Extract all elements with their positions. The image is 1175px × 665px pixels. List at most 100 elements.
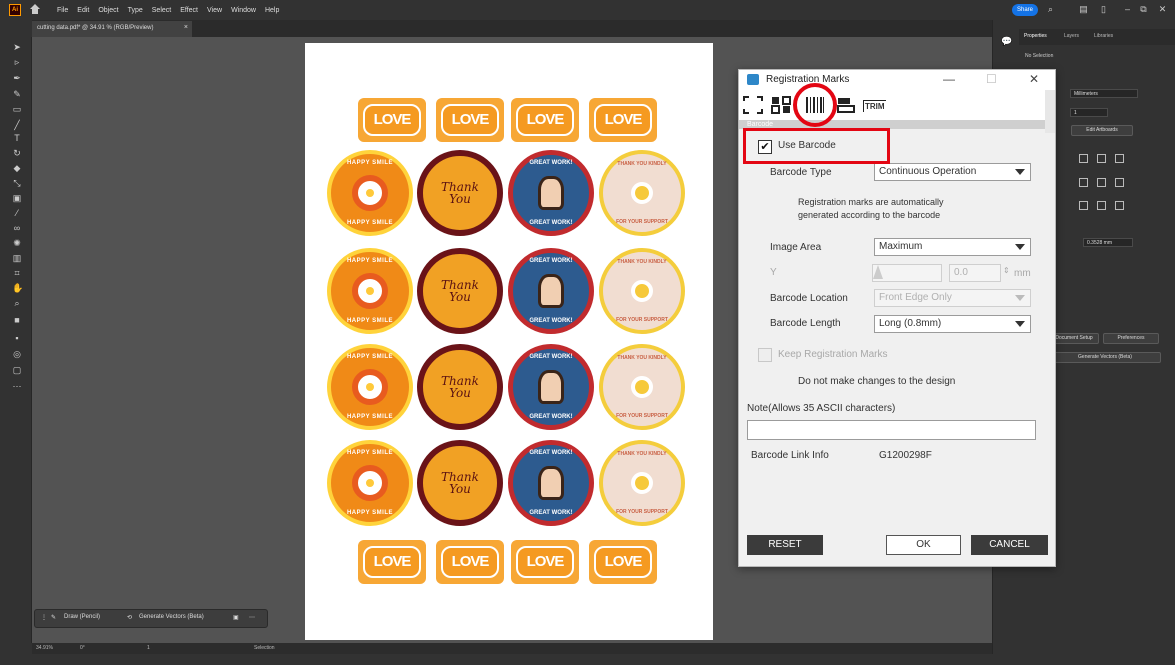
thank-you-sticker[interactable]: Thank You [417,150,503,236]
graph-tool-icon[interactable]: ▥ [12,253,22,263]
edit-artboards-button[interactable]: Edit Artboards [1071,125,1133,136]
great-work-sticker[interactable]: GREAT WORK! GREAT WORK! [508,344,594,430]
reset-button[interactable]: RESET [747,535,823,555]
hand-tool-icon[interactable]: ✋ [12,283,23,293]
rotate-tool-icon[interactable]: ↻ [12,148,22,158]
menu-file[interactable]: File [57,7,68,14]
tab-properties[interactable]: Properties [1024,33,1047,39]
more-tools-icon[interactable]: ⋯ [12,381,22,391]
thank-you-kindly-sticker[interactable]: THANK YOU KINDLY FOR YOUR SUPPORT [599,150,685,236]
love-sticker[interactable]: LOVE [436,540,504,584]
status-mode[interactable]: Selection [254,645,275,651]
happy-smile-sticker[interactable]: HAPPY SMILE HAPPY SMILE [327,150,413,236]
ok-button[interactable]: OK [886,535,961,555]
thank-you-kindly-sticker[interactable]: THANK YOU KINDLY FOR YOUR SUPPORT [599,248,685,334]
image-icon[interactable]: ▣ [233,614,239,621]
search-icon[interactable]: ⌕ [1045,4,1056,15]
artboard[interactable]: LOVE LOVE LOVE LOVE HAPPY SMILE HAPPY SM… [305,43,713,640]
units-select[interactable]: Millimeters [1070,89,1138,98]
keyboard-increment-field[interactable]: 0.3528 mm [1083,238,1133,247]
love-sticker[interactable]: LOVE [511,98,579,142]
snap-point-icon[interactable] [1115,178,1124,187]
curvature-tool-icon[interactable]: ✎ [12,89,22,99]
type-tool-icon[interactable]: T [12,133,22,143]
dialog-close-button[interactable]: ✕ [1029,72,1039,86]
restore-icon[interactable]: ⧉ [1138,4,1149,15]
menu-edit[interactable]: Edit [77,7,89,14]
happy-smile-sticker[interactable]: HAPPY SMILE HAPPY SMILE [327,248,413,334]
eraser-tool-icon[interactable]: ◆ [12,163,22,173]
menu-effect[interactable]: Effect [180,7,198,14]
free-transform-tool-icon[interactable]: ▣ [12,193,22,203]
love-sticker[interactable]: LOVE [358,540,426,584]
barcode-type-select[interactable]: Continuous Operation [874,163,1031,181]
draw-mode-icon[interactable]: ◎ [12,349,22,359]
preferences-button[interactable]: Preferences [1103,333,1159,344]
menu-type[interactable]: Type [128,7,143,14]
dialog-minimize-button[interactable]: — [943,72,955,86]
workspace-icon[interactable]: ▯ [1098,4,1109,15]
love-sticker[interactable]: LOVE [589,98,657,142]
menu-help[interactable]: Help [265,7,279,14]
happy-smile-sticker[interactable]: HAPPY SMILE HAPPY SMILE [327,440,413,526]
menu-object[interactable]: Object [98,7,118,14]
thank-you-sticker[interactable]: Thank You [417,440,503,526]
fill-stroke-swatch[interactable]: ■ [12,315,22,325]
image-area-select[interactable]: Maximum [874,238,1031,256]
zoom-level[interactable]: 34.91% [36,645,53,651]
pen-tool-icon[interactable]: ✒ [12,73,22,83]
close-tab-icon[interactable]: × [184,24,188,31]
menu-window[interactable]: Window [231,7,256,14]
paintbrush-tool-icon[interactable]: ╱ [12,120,22,130]
eyedropper-tool-icon[interactable]: ⁄ [12,208,22,218]
artboard-number[interactable]: 1 [147,645,150,651]
more-options-button[interactable]: ⋯ [249,614,255,621]
arrange-documents-icon[interactable]: ▤ [1078,4,1089,15]
rectangle-tool-icon[interactable]: ▭ [12,104,22,114]
rotation-value[interactable]: 0° [80,645,85,651]
document-tab[interactable]: cutting data.pdf* @ 34.91 % (RGB/Preview… [32,21,192,37]
screen-mode-icon[interactable]: ▢ [12,365,22,375]
thank-you-sticker[interactable]: Thank You [417,248,503,334]
love-sticker[interactable]: LOVE [589,540,657,584]
generate-vectors-button[interactable]: Generate Vectors (Beta) [139,614,204,620]
minimize-icon[interactable]: – [1122,4,1133,15]
comments-icon[interactable]: 💬 [1001,36,1012,46]
corner-marks-icon[interactable] [742,95,764,115]
align-icon[interactable] [1079,154,1088,163]
selection-tool-icon[interactable]: ➤ [12,42,22,52]
color-mode-icon[interactable]: ▪ [12,333,22,343]
thank-you-kindly-sticker[interactable]: THANK YOU KINDLY FOR YOUR SUPPORT [599,344,685,430]
note-input[interactable] [747,420,1036,440]
square-marks-icon[interactable] [770,95,792,115]
dialog-scrollbar[interactable] [1045,90,1055,133]
artboard-tool-icon[interactable]: ⌗ [12,268,22,278]
share-button[interactable]: Share [1012,4,1038,16]
close-icon[interactable]: ✕ [1157,4,1168,15]
menu-view[interactable]: View [207,7,222,14]
great-work-sticker[interactable]: GREAT WORK! GREAT WORK! [508,150,594,236]
barcode-length-select[interactable]: Long (0.8mm) [874,315,1031,333]
artboard-select[interactable]: 1 [1070,108,1108,117]
snap-pixel-icon[interactable] [1097,178,1106,187]
transform-option-icon[interactable] [1097,201,1106,210]
scale-tool-icon[interactable]: ⤡ [12,178,22,188]
love-sticker[interactable]: LOVE [436,98,504,142]
zoom-tool-icon[interactable]: ⌕ [12,298,22,308]
print-marks-icon[interactable] [835,95,857,115]
love-sticker[interactable]: LOVE [358,98,426,142]
love-sticker[interactable]: LOVE [511,540,579,584]
draw-pencil-button[interactable]: Draw (Pencil) [64,614,100,620]
direct-selection-tool-icon[interactable]: ▹ [12,57,22,67]
symbol-sprayer-tool-icon[interactable]: ✺ [12,238,22,248]
transform-pattern-icon[interactable] [1115,201,1124,210]
tab-layers[interactable]: Layers [1064,33,1079,39]
generate-vectors-panel-button[interactable]: Generate Vectors (Beta) [1049,352,1161,363]
dialog-title-bar[interactable]: Registration Marks — ☐ ✕ [739,70,1055,90]
transform-icon[interactable] [1079,201,1088,210]
happy-smile-sticker[interactable]: HAPPY SMILE HAPPY SMILE [327,344,413,430]
trim-button[interactable]: TRIM [863,100,886,112]
cancel-button[interactable]: CANCEL [971,535,1048,555]
grid-icon[interactable] [1097,154,1106,163]
great-work-sticker[interactable]: GREAT WORK! GREAT WORK! [508,440,594,526]
